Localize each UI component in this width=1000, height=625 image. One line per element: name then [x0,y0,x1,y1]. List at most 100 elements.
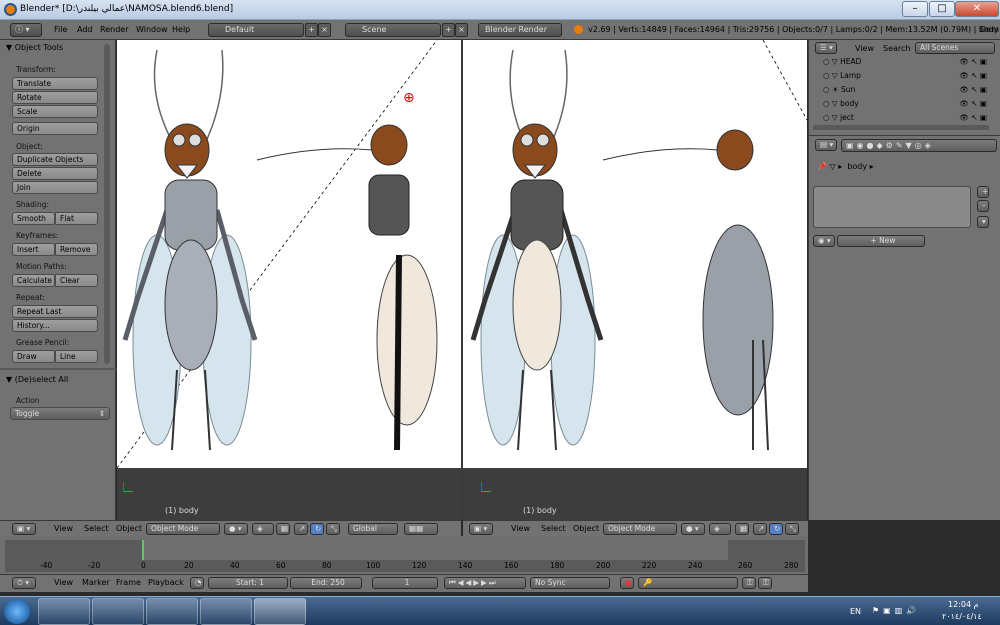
slot-menu-button[interactable]: ▾ [977,216,989,228]
layout-add-button[interactable]: + [305,23,318,37]
rotate-button[interactable]: Rotate [12,91,98,104]
editor-type-button[interactable]: ⏱ ▾ [12,577,36,589]
repeat-last-button[interactable]: Repeat Last [12,305,98,318]
taskbar-skype-icon[interactable] [146,598,198,625]
sync-selector[interactable]: No Sync [530,577,610,589]
outliner-row-sun[interactable]: ○ ☀ Sun 👁 ↖ ▣ [823,85,987,98]
editor-type-button[interactable]: ▣ ▾ [12,523,36,535]
viewport-side[interactable] [463,39,808,468]
duplicate-objects-button[interactable]: Duplicate Objects [12,153,98,166]
menu-view[interactable]: View [511,524,530,533]
origin-button[interactable]: Origin [12,122,98,135]
menu-object[interactable]: Object [116,524,142,533]
menu-window[interactable]: Window [136,25,168,34]
mode-selector[interactable]: Object Mode [603,523,677,535]
outliner-row-head[interactable]: ○ ▽ HEAD 👁 ↖ ▣ [823,57,987,70]
layout-selector[interactable]: Default [208,23,304,37]
language-indicator[interactable]: EN [850,607,861,616]
scene-add-button[interactable]: + [442,23,455,37]
record-icon[interactable]: ● [620,577,634,589]
add-slot-button[interactable]: + [977,186,989,198]
layers-grid[interactable]: ▦▦ [404,523,438,535]
close-button[interactable]: ✕ [955,1,999,17]
playback-controls[interactable]: ⏮◀◀▶▶⏭ [444,577,526,589]
scale-button[interactable]: Scale [12,105,98,118]
shading-selector[interactable]: ● ▾ [224,523,248,535]
panel-object-tools[interactable]: ▼ Object Tools [6,43,63,52]
scenes-selector[interactable]: All Scenes [915,42,995,54]
layout-remove-button[interactable]: × [318,23,331,37]
editor-type-button[interactable]: ▣ ▾ [469,523,493,535]
timeline-ruler[interactable] [5,560,805,572]
taskbar-chrome-icon[interactable] [92,598,144,625]
translate-manipulator-icon[interactable]: ↗ [294,523,308,535]
remove-slot-button[interactable]: – [977,200,989,212]
current-frame-field[interactable]: 1 [372,577,438,589]
menu-playback[interactable]: Playback [148,578,184,587]
clock-date[interactable]: ٢٠١٤/٠٤/١٤ [942,612,982,621]
new-material-button[interactable]: + New [837,235,925,247]
properties-context-tabs[interactable]: ▣◉●◆⚙✎▼◎◈ [841,139,997,152]
shading-selector[interactable]: ● ▾ [681,523,705,535]
taskbar-app-icon[interactable] [200,598,252,625]
manipulator-toggle[interactable]: ▦ [735,523,749,535]
orientation-selector[interactable]: Global [348,523,398,535]
maximize-button[interactable]: □ [929,1,955,17]
tray-icons[interactable]: ⚑▣▥🔊 [872,606,920,615]
menu-select[interactable]: Select [541,524,566,533]
scene-selector[interactable]: Scene [345,23,441,37]
scene-remove-button[interactable]: × [455,23,468,37]
delete-keyframe-icon[interactable]: ⚿ [758,577,772,589]
menu-search[interactable]: Search [883,44,910,53]
render-engine-selector[interactable]: Blender Render [478,23,562,37]
menu-help[interactable]: Help [172,25,190,34]
flat-button[interactable]: Flat [55,212,98,225]
menu-marker[interactable]: Marker [82,578,110,587]
rotate-manipulator-icon[interactable]: ↻ [769,523,783,535]
menu-view[interactable]: View [855,44,874,53]
clock-time[interactable]: 12:04 م [948,600,979,609]
editor-type-button[interactable]: ☰ ▾ [815,42,837,54]
join-button[interactable]: Join [12,181,98,194]
outliner-row-lamp[interactable]: ○ ▽ Lamp 👁 ↖ ▣ [823,71,987,84]
menu-file[interactable]: File [54,25,67,34]
smooth-button[interactable]: Smooth [12,212,55,225]
action-dropdown[interactable]: Toggle ⇕ [10,407,110,420]
mode-selector[interactable]: Object Mode [146,523,220,535]
scale-manipulator-icon[interactable]: ⤡ [326,523,340,535]
menu-select[interactable]: Select [84,524,109,533]
menu-render[interactable]: Render [100,25,128,34]
taskbar-explorer-icon[interactable] [38,598,90,625]
end-frame-field[interactable]: End: 250 [290,577,362,589]
remove-keyframe-button[interactable]: Remove [55,243,98,256]
translate-button[interactable]: Translate [12,77,98,90]
minimize-button[interactable]: – [902,1,928,17]
rotate-manipulator-icon[interactable]: ↻ [310,523,324,535]
grease-draw-button[interactable]: Draw [12,350,55,363]
preview-range-icon[interactable]: ◔ [190,577,204,589]
translate-manipulator-icon[interactable]: ↗ [753,523,767,535]
delete-button[interactable]: Delete [12,167,98,180]
menu-view[interactable]: View [54,524,73,533]
viewport-front[interactable]: ⊕ [116,39,461,469]
menu-object[interactable]: Object [573,524,599,533]
current-frame-indicator[interactable] [142,540,144,560]
editor-type-button[interactable]: ▤ ▾ [815,139,837,151]
pivot-selector[interactable]: ◈ [709,523,731,535]
grease-line-button[interactable]: Line [55,350,98,363]
material-browse-button[interactable]: ◉ ▾ [813,235,835,247]
start-button[interactable] [4,599,30,624]
menu-add[interactable]: Add [77,25,93,34]
editor-type-button[interactable]: ⓘ ▾ [10,23,42,37]
outliner-row-body[interactable]: ○ ▽ body 👁 ↖ ▣ [823,99,987,112]
pivot-selector[interactable]: ◈ [252,523,274,535]
insert-keyframe-icon[interactable]: ⚿ [742,577,756,589]
scale-manipulator-icon[interactable]: ⤡ [785,523,799,535]
panel-operator[interactable]: ▼ (De)select All [6,375,68,384]
menu-frame[interactable]: Frame [116,578,141,587]
calculate-paths-button[interactable]: Calculate [12,274,55,287]
outliner-scrollbar[interactable] [813,125,989,130]
3d-cursor-icon[interactable]: ⊕ [403,90,415,106]
taskbar-blender-icon[interactable] [254,598,306,625]
menu-view[interactable]: View [54,578,73,587]
